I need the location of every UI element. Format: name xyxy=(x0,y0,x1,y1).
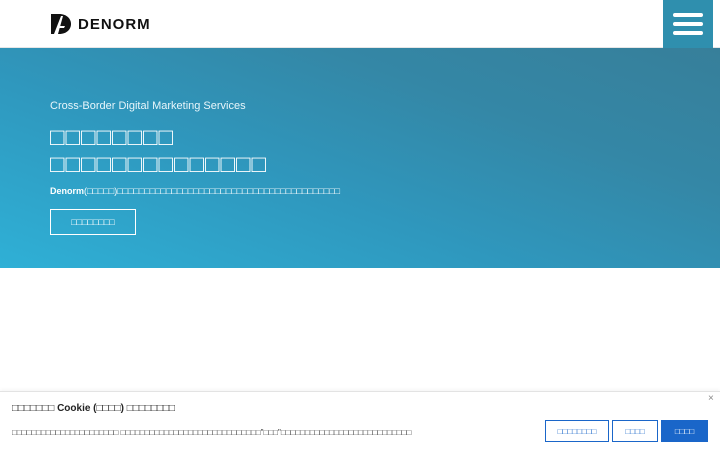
cookie-customize-button[interactable]: □□□□□□□□ xyxy=(545,420,609,442)
cookie-title: □□□□□□□ Cookie (□□□□) □□□□□□□□ xyxy=(12,403,175,414)
cookie-accept-button[interactable]: □□□□ xyxy=(661,420,708,442)
hero-description: Denorm(□□□□□)□□□□□□□□□□□□□□□□□□□□□□□□□□□… xyxy=(50,186,340,196)
hamburger-menu-button[interactable] xyxy=(663,0,713,48)
hamburger-menu-icon xyxy=(673,13,703,17)
cookie-title-prefix: □□□□□□□ xyxy=(12,403,55,414)
hero-title-line-2: □□□□□□□□□□□□□□ xyxy=(50,151,267,178)
brand-logo[interactable]: DENORM xyxy=(50,13,151,35)
hero-description-text: (□□□□□)□□□□□□□□□□□□□□□□□□□□□□□□□□□□□□□□□… xyxy=(84,186,341,196)
cookie-consent-banner: □□□□□□□ Cookie (□□□□) □□□□□□□□ □□□□□□□□□… xyxy=(0,391,720,450)
hamburger-menu-icon-bar xyxy=(673,22,703,26)
cookie-description: □□□□□□□□□□□□□□□□□□□□□□ □□□□□□□□□□□□□□□□□… xyxy=(12,428,412,437)
cookie-reject-button[interactable]: □□□□ xyxy=(612,420,658,442)
brand-name: DENORM xyxy=(78,15,151,33)
hamburger-menu-icon-bar xyxy=(673,31,703,35)
close-icon[interactable]: × xyxy=(708,393,714,404)
cookie-title-main: Cookie (□□□□) □□□□□□□□ xyxy=(57,403,176,414)
hero-cta-button[interactable]: □□□□□□□□ xyxy=(50,209,136,235)
hero-subtitle: Cross-Border Digital Marketing Services xyxy=(50,100,246,112)
hero-description-brand: Denorm xyxy=(50,186,85,196)
hero-title-line-1: □□□□□□□□ xyxy=(50,124,174,151)
denorm-logo-icon xyxy=(51,14,71,34)
hero-title: □□□□□□□□ □□□□□□□□□□□□□□ xyxy=(50,124,267,178)
site-header: DENORM xyxy=(0,0,720,48)
hero-banner: Cross-Border Digital Marketing Services … xyxy=(0,48,720,268)
